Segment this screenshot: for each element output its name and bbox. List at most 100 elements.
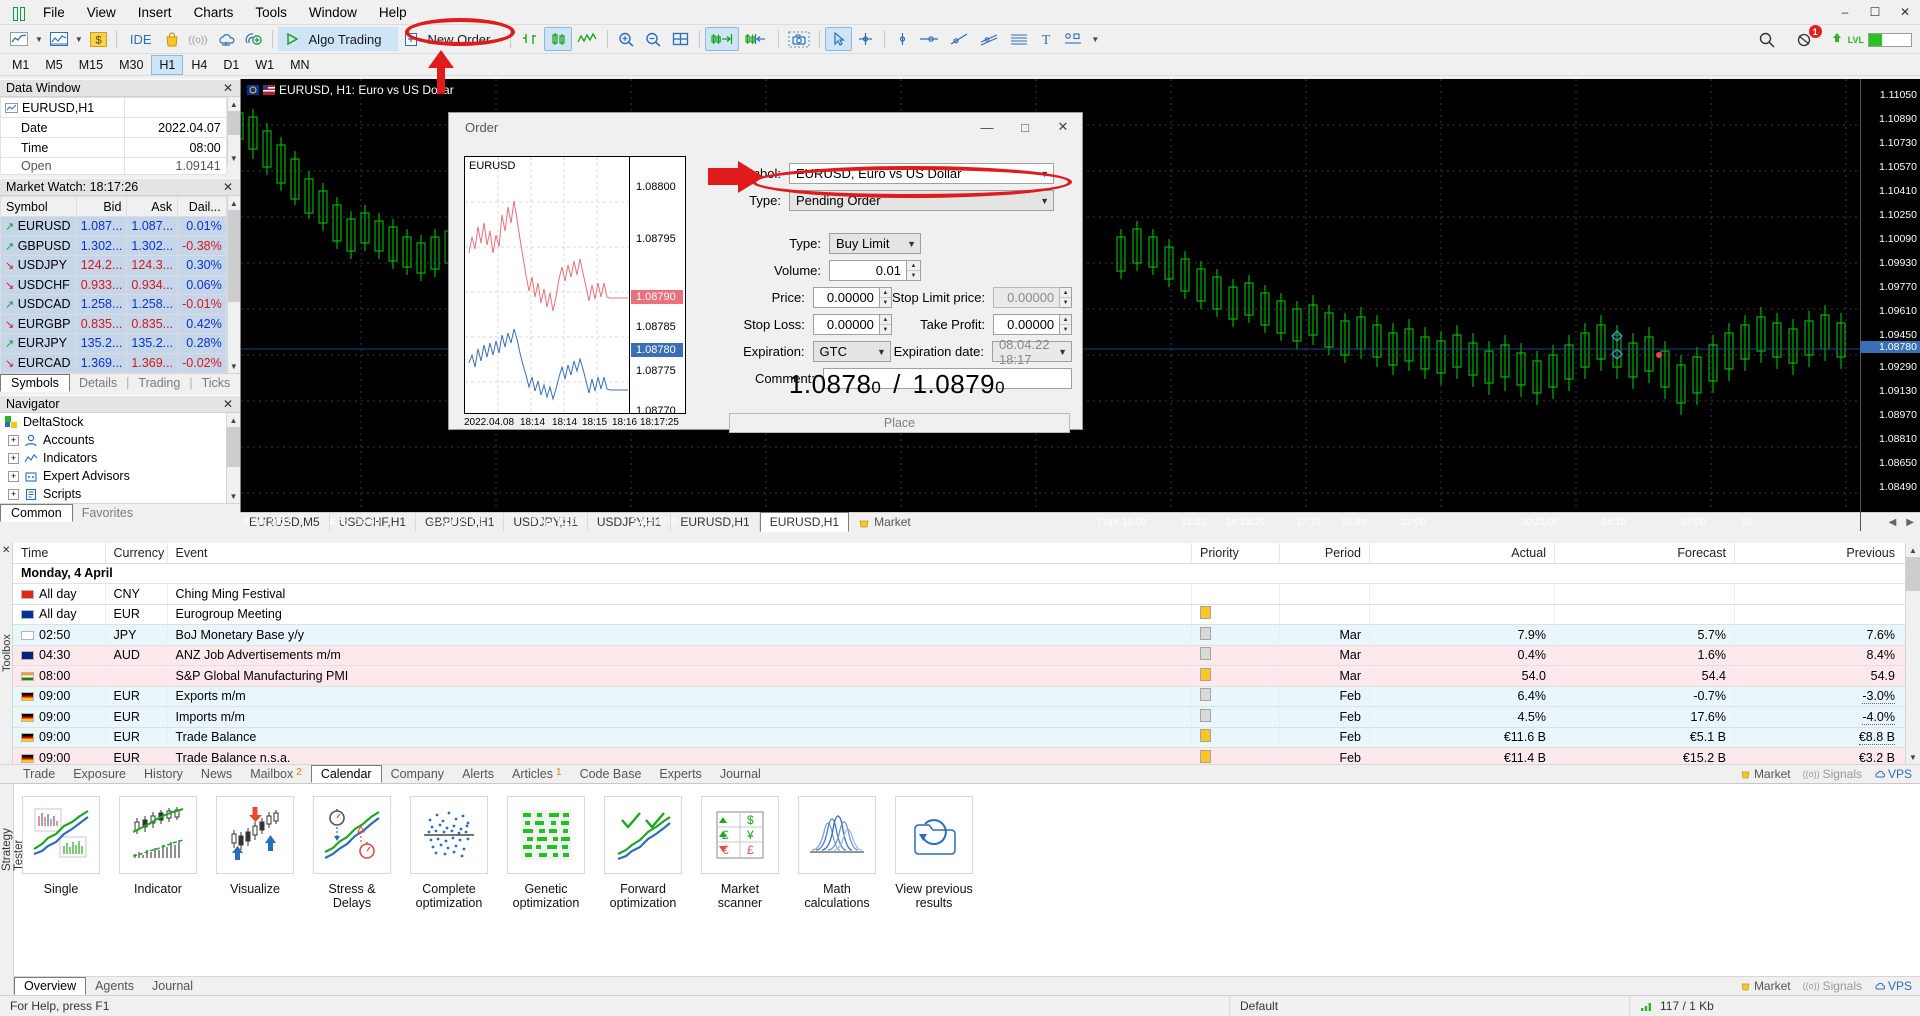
market-bag-icon[interactable]: [160, 27, 184, 51]
col-previous[interactable]: Previous: [1734, 543, 1920, 564]
tester-tile-indicator[interactable]: Indicator: [119, 796, 197, 910]
stepper-up-icon[interactable]: ▲: [907, 261, 920, 271]
tab-symbols[interactable]: Symbols: [0, 374, 70, 392]
horizontal-line-icon[interactable]: [914, 27, 944, 51]
order-dialog-close-button[interactable]: ✕: [1044, 113, 1082, 141]
expiration-date-picker[interactable]: 08.04.22 18:17 ▼: [991, 337, 1073, 367]
table-row[interactable]: ↘ USDJPY 124.2... 124.3... 0.30%: [0, 255, 227, 276]
price-stepper[interactable]: ▲ ▼: [879, 287, 892, 308]
stepper-down-icon[interactable]: ▼: [1060, 298, 1071, 307]
status-vps[interactable]: VPS: [1874, 979, 1912, 993]
scroll-up-icon[interactable]: ▲: [227, 413, 240, 427]
expiration-select[interactable]: GTC ▼: [812, 341, 891, 362]
price-input[interactable]: 0.00000: [812, 287, 880, 308]
scroll-down-icon[interactable]: ▼: [227, 151, 240, 165]
volume-input[interactable]: 0.01: [829, 260, 907, 281]
table-row[interactable]: Open 1.09141: [0, 157, 227, 175]
text-tool-icon[interactable]: T: [1034, 27, 1058, 51]
tester-tile-single[interactable]: Single: [22, 796, 100, 910]
timeframe-m30[interactable]: M30: [111, 55, 151, 75]
screenshot-icon[interactable]: [784, 27, 814, 51]
status-profile[interactable]: Default: [1230, 995, 1630, 1016]
algo-trading-button[interactable]: Algo Trading: [277, 27, 398, 51]
tab-history[interactable]: History: [135, 766, 192, 782]
scroll-down-icon[interactable]: ▼: [227, 489, 240, 503]
tab-trading[interactable]: Trading: [129, 375, 189, 391]
tester-tile-market-scanner[interactable]: $ £ ¥ € £ Market scanner: [701, 796, 779, 910]
timeframe-h1[interactable]: H1: [151, 54, 184, 75]
expand-icon[interactable]: +: [8, 434, 19, 446]
table-row[interactable]: ↗ USDCAD 1.258... 1.258... -0.01%: [0, 294, 227, 315]
table-row[interactable]: Time 08:00: [0, 137, 227, 158]
col-daily[interactable]: Dail...: [177, 196, 227, 217]
order-dialog[interactable]: Order — □ ✕ EURUSD 1.08800 1.08795 1.087…: [448, 112, 1083, 433]
scroll-thumb[interactable]: [227, 210, 240, 302]
menu-insert[interactable]: Insert: [127, 2, 183, 23]
stepper-down-icon[interactable]: ▼: [1060, 325, 1071, 334]
auto-scroll-icon[interactable]: [739, 27, 773, 51]
tab-common[interactable]: Common: [0, 504, 73, 522]
trend-line-icon[interactable]: [944, 27, 974, 51]
scroll-down-icon[interactable]: ▼: [1906, 750, 1920, 764]
vps-cloud-icon[interactable]: [212, 27, 240, 51]
crosshair-icon[interactable]: [852, 27, 879, 51]
stop-loss-input[interactable]: 0.00000: [812, 314, 880, 335]
tester-tile-visualize[interactable]: Visualize: [216, 796, 294, 910]
order-type-select[interactable]: Pending Order ▼: [789, 190, 1054, 211]
ide-button[interactable]: IDE: [122, 27, 160, 51]
tab-trade[interactable]: Trade: [14, 766, 64, 782]
col-time[interactable]: Time: [13, 543, 106, 564]
table-row[interactable]: All day EUR Eurogroup Meeting: [13, 604, 1920, 625]
channel-icon[interactable]: [974, 27, 1004, 51]
shift-chart-right-icon[interactable]: [705, 27, 740, 51]
stepper-down-icon[interactable]: ▼: [880, 325, 891, 334]
zoom-in-icon[interactable]: [613, 27, 640, 51]
table-row[interactable]: ↗ EURJPY 135.2... 135.2... 0.28%: [0, 333, 227, 354]
timeframe-d1[interactable]: D1: [215, 55, 247, 75]
col-forecast[interactable]: Forecast: [1554, 543, 1735, 564]
menu-view[interactable]: View: [76, 2, 127, 23]
scroll-up-icon[interactable]: ▲: [227, 196, 240, 210]
table-row[interactable]: 09:00 EUR Imports m/m Feb 4.5% 17.6% -4.…: [13, 706, 1920, 728]
scroll-up-icon[interactable]: ▲: [227, 97, 240, 111]
table-row[interactable]: 02:50 JPY BoJ Monetary Base y/y Mar 7.9%…: [13, 624, 1920, 646]
table-row[interactable]: EURUSD,H1: [0, 97, 227, 118]
stepper-up-icon[interactable]: ▲: [1060, 288, 1072, 298]
vertical-line-icon[interactable]: [890, 27, 914, 51]
status-vps[interactable]: VPS: [1874, 767, 1912, 781]
tab-ticks[interactable]: Ticks: [193, 375, 240, 391]
cursor-select-icon[interactable]: [825, 27, 853, 51]
chart-type-dropdown-icon[interactable]: ▼: [32, 35, 46, 44]
tab-overview[interactable]: Overview: [14, 977, 87, 995]
order-dialog-maximize-button[interactable]: □: [1006, 113, 1044, 141]
line-chart-icon[interactable]: [6, 27, 32, 51]
minimize-button[interactable]: –: [1830, 0, 1860, 24]
dollar-icon[interactable]: $: [86, 27, 111, 51]
col-symbol[interactable]: Symbol: [0, 196, 77, 217]
chart-time-axis[interactable]: 4 Apr 2022 4 Apr 19:00 4 Apr 23:00 5 Apr…: [241, 517, 1860, 531]
table-row[interactable]: 09:00 EUR Trade Balance Feb €11.6 B €5.1…: [13, 727, 1920, 748]
sidebar-item-accounts[interactable]: + Accounts: [0, 431, 226, 449]
menu-charts[interactable]: Charts: [183, 2, 245, 23]
table-row[interactable]: ↘ EURGBP 0.835... 0.835... 0.42%: [0, 313, 227, 334]
navigator-root[interactable]: DeltaStock: [0, 413, 226, 431]
col-actual[interactable]: Actual: [1369, 543, 1555, 564]
toolbox-close-icon[interactable]: ✕: [2, 545, 10, 556]
notifications-icon[interactable]: 1: [1792, 25, 1822, 52]
stepper-down-icon[interactable]: ▼: [880, 298, 891, 307]
tab-calendar[interactable]: Calendar: [310, 765, 382, 783]
take-profit-stepper[interactable]: ▲ ▼: [1060, 314, 1073, 335]
tile-windows-icon[interactable]: [667, 27, 694, 51]
tab-agents[interactable]: Agents: [86, 978, 143, 994]
take-profit-input[interactable]: 0.00000: [993, 314, 1061, 335]
sidebar-item-indicators[interactable]: + Indicators: [0, 449, 226, 467]
col-ask[interactable]: Ask: [126, 196, 179, 217]
tab-journal-tester[interactable]: Journal: [143, 978, 202, 994]
tester-tile-forward-optimization[interactable]: Forward optimization: [604, 796, 682, 910]
menu-window[interactable]: Window: [298, 2, 368, 23]
market-watch-close-icon[interactable]: ✕: [220, 180, 236, 194]
timeframe-mn[interactable]: MN: [282, 55, 317, 75]
order-tick-chart[interactable]: EURUSD 1.08800 1.08795 1.08785 1.08775 1…: [464, 156, 686, 417]
close-button[interactable]: ✕: [1890, 0, 1920, 24]
tab-exposure[interactable]: Exposure: [64, 766, 135, 782]
